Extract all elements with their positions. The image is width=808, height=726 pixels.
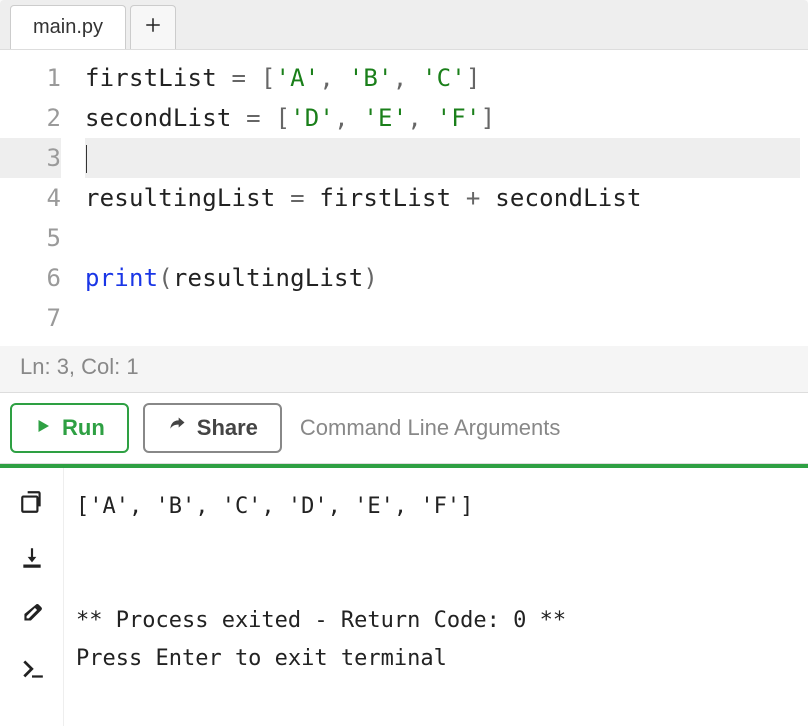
output-panel: ['A', 'B', 'C', 'D', 'E', 'F'] ** Process… [0, 464, 808, 726]
clear-button[interactable] [18, 602, 46, 630]
terminal-line [76, 526, 796, 564]
terminal-button[interactable] [18, 658, 46, 686]
action-toolbar: Run Share [0, 392, 808, 464]
run-label: Run [62, 415, 105, 441]
terminal-line [76, 564, 796, 602]
terminal-output[interactable]: ['A', 'B', 'C', 'D', 'E', 'F'] ** Process… [64, 468, 808, 726]
editor-gutter: 1234567 [0, 50, 75, 346]
editor-content[interactable]: firstList = ['A', 'B', 'C']secondList = … [75, 50, 808, 346]
tab-label: main.py [33, 16, 103, 39]
line-number: 3 [0, 138, 61, 178]
code-line[interactable]: secondList = ['D', 'E', 'F'] [85, 98, 800, 138]
line-number: 1 [0, 58, 61, 98]
terminal-line: Press Enter to exit terminal [76, 640, 796, 678]
download-button[interactable] [18, 546, 46, 574]
terminal-line: ** Process exited - Return Code: 0 ** [76, 602, 796, 640]
eraser-icon [19, 601, 45, 632]
copy-icon [19, 489, 45, 520]
code-editor[interactable]: 1234567 firstList = ['A', 'B', 'C']secon… [0, 50, 808, 346]
new-tab-button[interactable] [130, 5, 176, 49]
copy-button[interactable] [18, 490, 46, 518]
line-number: 4 [0, 178, 61, 218]
share-label: Share [197, 415, 258, 441]
app-root: main.py 1234567 firstList = ['A', 'B', '… [0, 0, 808, 726]
editor-status-bar: Ln: 3, Col: 1 [0, 346, 808, 392]
plus-icon [144, 16, 162, 39]
code-line[interactable]: firstList = ['A', 'B', 'C'] [85, 58, 800, 98]
line-number: 2 [0, 98, 61, 138]
download-icon [19, 545, 45, 576]
code-line[interactable] [85, 298, 800, 338]
prompt-icon [19, 657, 45, 688]
share-button[interactable]: Share [143, 403, 282, 453]
terminal-line: ['A', 'B', 'C', 'D', 'E', 'F'] [76, 488, 796, 526]
line-number: 7 [0, 298, 61, 338]
code-line[interactable]: print(resultingList) [85, 258, 800, 298]
cursor-position: Ln: 3, Col: 1 [20, 354, 139, 379]
code-line[interactable] [85, 138, 800, 178]
play-icon [34, 415, 52, 441]
code-line[interactable] [85, 218, 800, 258]
code-line[interactable]: resultingList = firstList + secondList [85, 178, 800, 218]
text-cursor [86, 145, 87, 173]
line-number: 5 [0, 218, 61, 258]
output-sidebar [0, 468, 64, 726]
line-number: 6 [0, 258, 61, 298]
tab-main-py[interactable]: main.py [10, 5, 126, 49]
cli-args-input[interactable] [296, 409, 798, 447]
run-button[interactable]: Run [10, 403, 129, 453]
tab-bar: main.py [0, 0, 808, 50]
share-icon [167, 415, 187, 441]
